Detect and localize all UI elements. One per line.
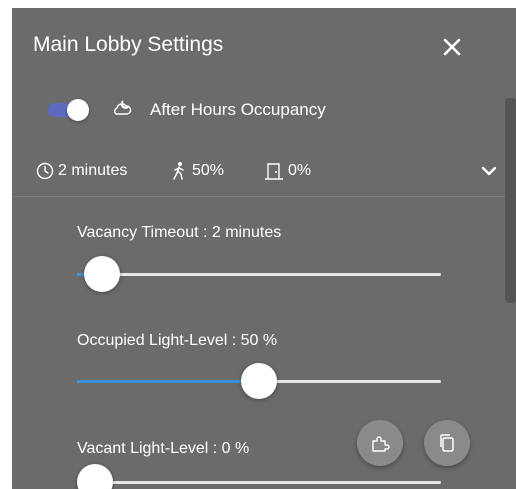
vacant-level-slider[interactable] [77,462,441,489]
summary-occupied-value: 50% [192,162,225,179]
settings-panel: Main Lobby Settings After Hours Occupanc… [12,8,516,489]
clock-icon [36,162,54,180]
expand-button[interactable] [478,160,500,182]
cloud-moon-icon [114,100,132,115]
slider-track [77,481,441,484]
summary-vacant: 0% [264,154,311,188]
close-button[interactable] [439,34,465,60]
slider-track [77,273,441,276]
vacancy-timeout-slider[interactable] [77,254,441,294]
summary-timeout: 2 minutes [36,154,127,188]
apply-button[interactable] [357,420,403,466]
summary-occupied: 50% [170,154,224,188]
copy-icon [440,434,454,452]
scene-name: After Hours Occupancy [150,100,326,119]
puzzle-icon [372,436,390,452]
slider-fill [77,380,259,383]
vacancy-timeout-label: Vacancy Timeout : 2 minutes [77,224,282,241]
occupied-level-label: Occupied Light-Level : 50 % [77,332,278,349]
close-icon [443,38,461,56]
panel-title: Main Lobby Settings [33,33,224,56]
summary-row: 2 minutes 50% 0% [12,154,516,188]
summary-vacant-value: 0% [288,162,312,179]
occupied-level-slider[interactable] [77,361,441,401]
slider-thumb[interactable] [241,363,277,399]
scrollbar[interactable] [505,98,516,303]
walking-person-icon [173,162,184,180]
door-icon [265,163,283,180]
chevron-down-icon [481,166,497,176]
slider-thumb[interactable] [84,256,120,292]
vacant-level-label: Vacant Light-Level : 0 % [77,440,250,457]
slider-thumb[interactable] [77,464,113,489]
toggle-knob [67,99,89,121]
scene-toggle[interactable] [48,99,90,121]
panel-header: Main Lobby Settings [12,8,516,84]
copy-button[interactable] [424,420,470,466]
summary-timeout-value: 2 minutes [58,162,128,179]
divider [12,196,516,197]
scene-row: After Hours Occupancy [12,84,516,134]
